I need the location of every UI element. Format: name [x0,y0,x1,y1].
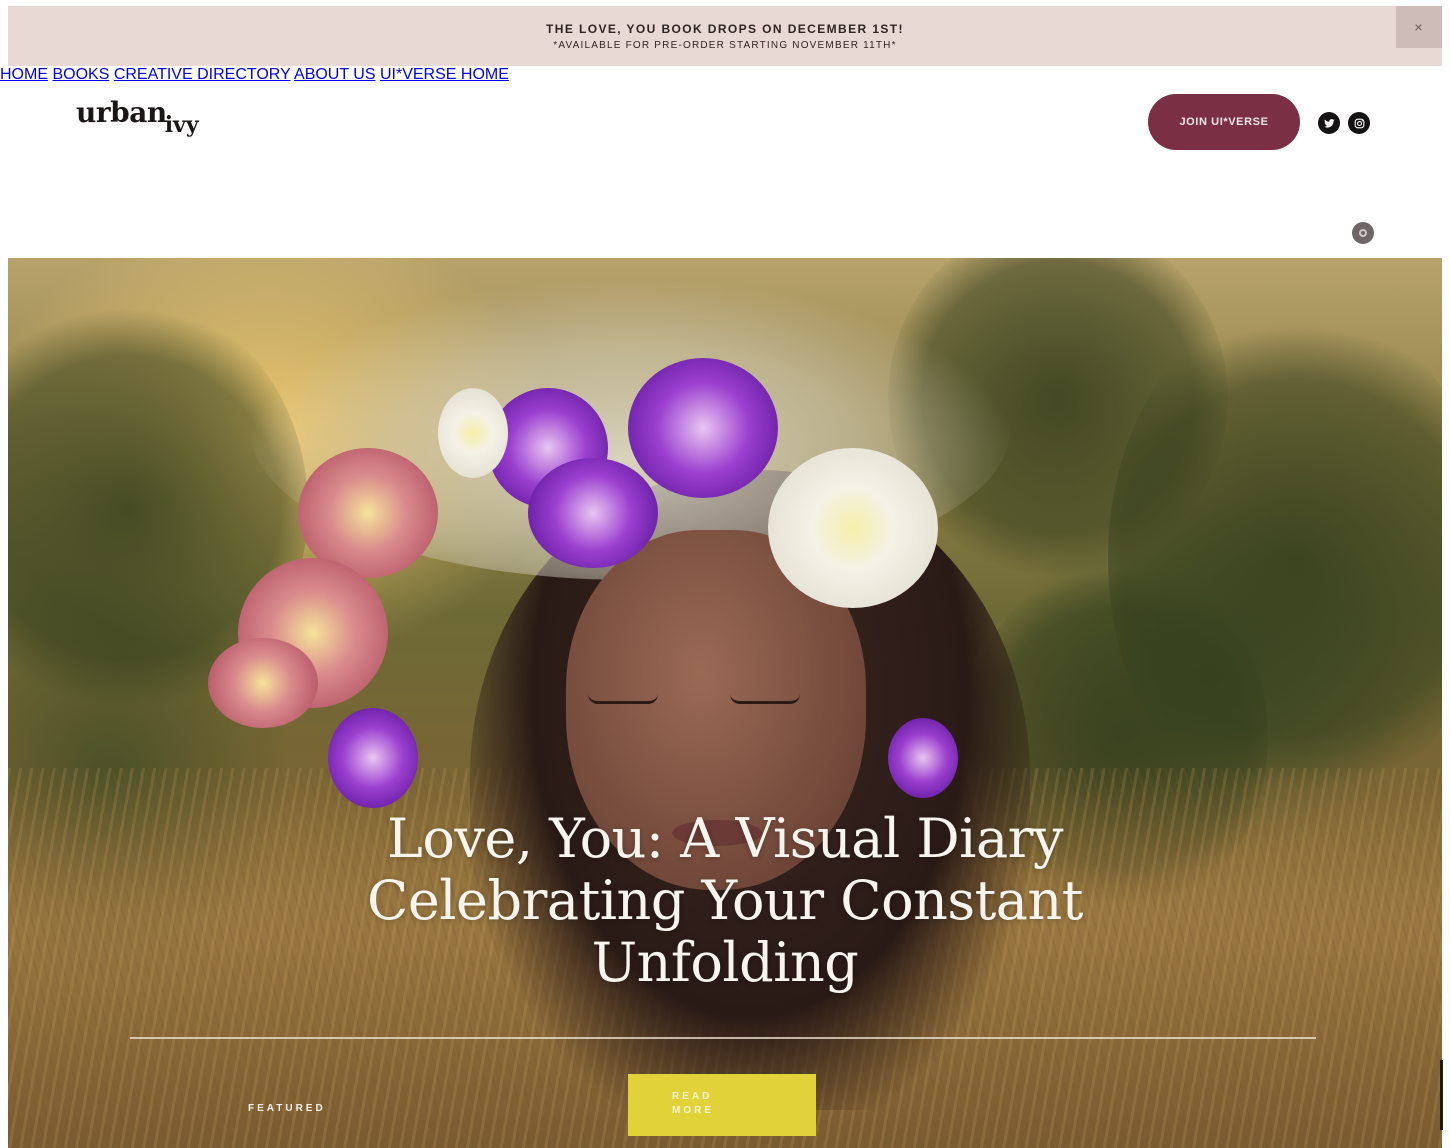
logo[interactable]: urbanivy [76,96,201,138]
site-header: urbanivy HOME BOOKS CREATIVE DIRECTORY A… [0,66,1450,178]
featured-label: FEATURED [248,1103,326,1114]
eye-shape [588,694,658,704]
nav-item-universe-home[interactable]: UI*VERSE HOME [380,66,509,83]
read-more-button[interactable]: READ MORE [628,1074,816,1136]
hero-title-line: Love, You: A Visual Diary [387,807,1063,870]
hero-divider [130,1037,1316,1039]
announcement-bar: THE LOVE, YOU BOOK DROPS ON DECEMBER 1ST… [8,6,1442,66]
nav-item-books[interactable]: BOOKS [52,66,109,83]
nav-item-home[interactable]: HOME [0,66,48,83]
nav-item-creative-directory[interactable]: CREATIVE DIRECTORY [114,66,291,83]
flower-shape [208,638,318,728]
flower-shape [888,718,958,798]
hero-title-line: Celebrating Your Constant [367,869,1083,932]
hero-title-line: Unfolding [591,931,859,994]
join-universe-button[interactable]: JOIN UI*VERSE [1148,94,1300,150]
read-more-label-line: MORE [672,1105,714,1116]
main-nav: HOME BOOKS CREATIVE DIRECTORY ABOUT US U… [0,66,1450,84]
eye-shape [730,694,800,704]
flower-shape [328,708,418,808]
hero-image [8,258,1442,1148]
instagram-link[interactable] [1348,112,1370,134]
nav-item-about-us[interactable]: ABOUT US [294,66,376,83]
instagram-icon [1354,118,1364,128]
flower-shape [768,448,938,608]
logo-main-text: urban [76,96,167,129]
scrollbar-edge [1440,1060,1443,1130]
twitter-icon [1323,118,1335,128]
hero-title: Love, You: A Visual Diary Celebrating Yo… [0,808,1450,994]
read-more-label-line: READ [672,1091,713,1102]
twitter-link[interactable] [1318,112,1340,134]
announcement-line-1: THE LOVE, YOU BOOK DROPS ON DECEMBER 1ST… [546,21,904,36]
announcement-line-2: *AVAILABLE FOR PRE-ORDER STARTING NOVEMB… [553,39,897,51]
close-announcement-button[interactable]: × [1396,6,1442,48]
settings-icon[interactable] [1352,222,1374,244]
logo-sub-text: ivy [164,112,199,138]
flower-shape [628,358,778,498]
close-icon: × [1414,19,1424,35]
flower-shape [528,458,658,568]
flower-shape [438,388,508,478]
